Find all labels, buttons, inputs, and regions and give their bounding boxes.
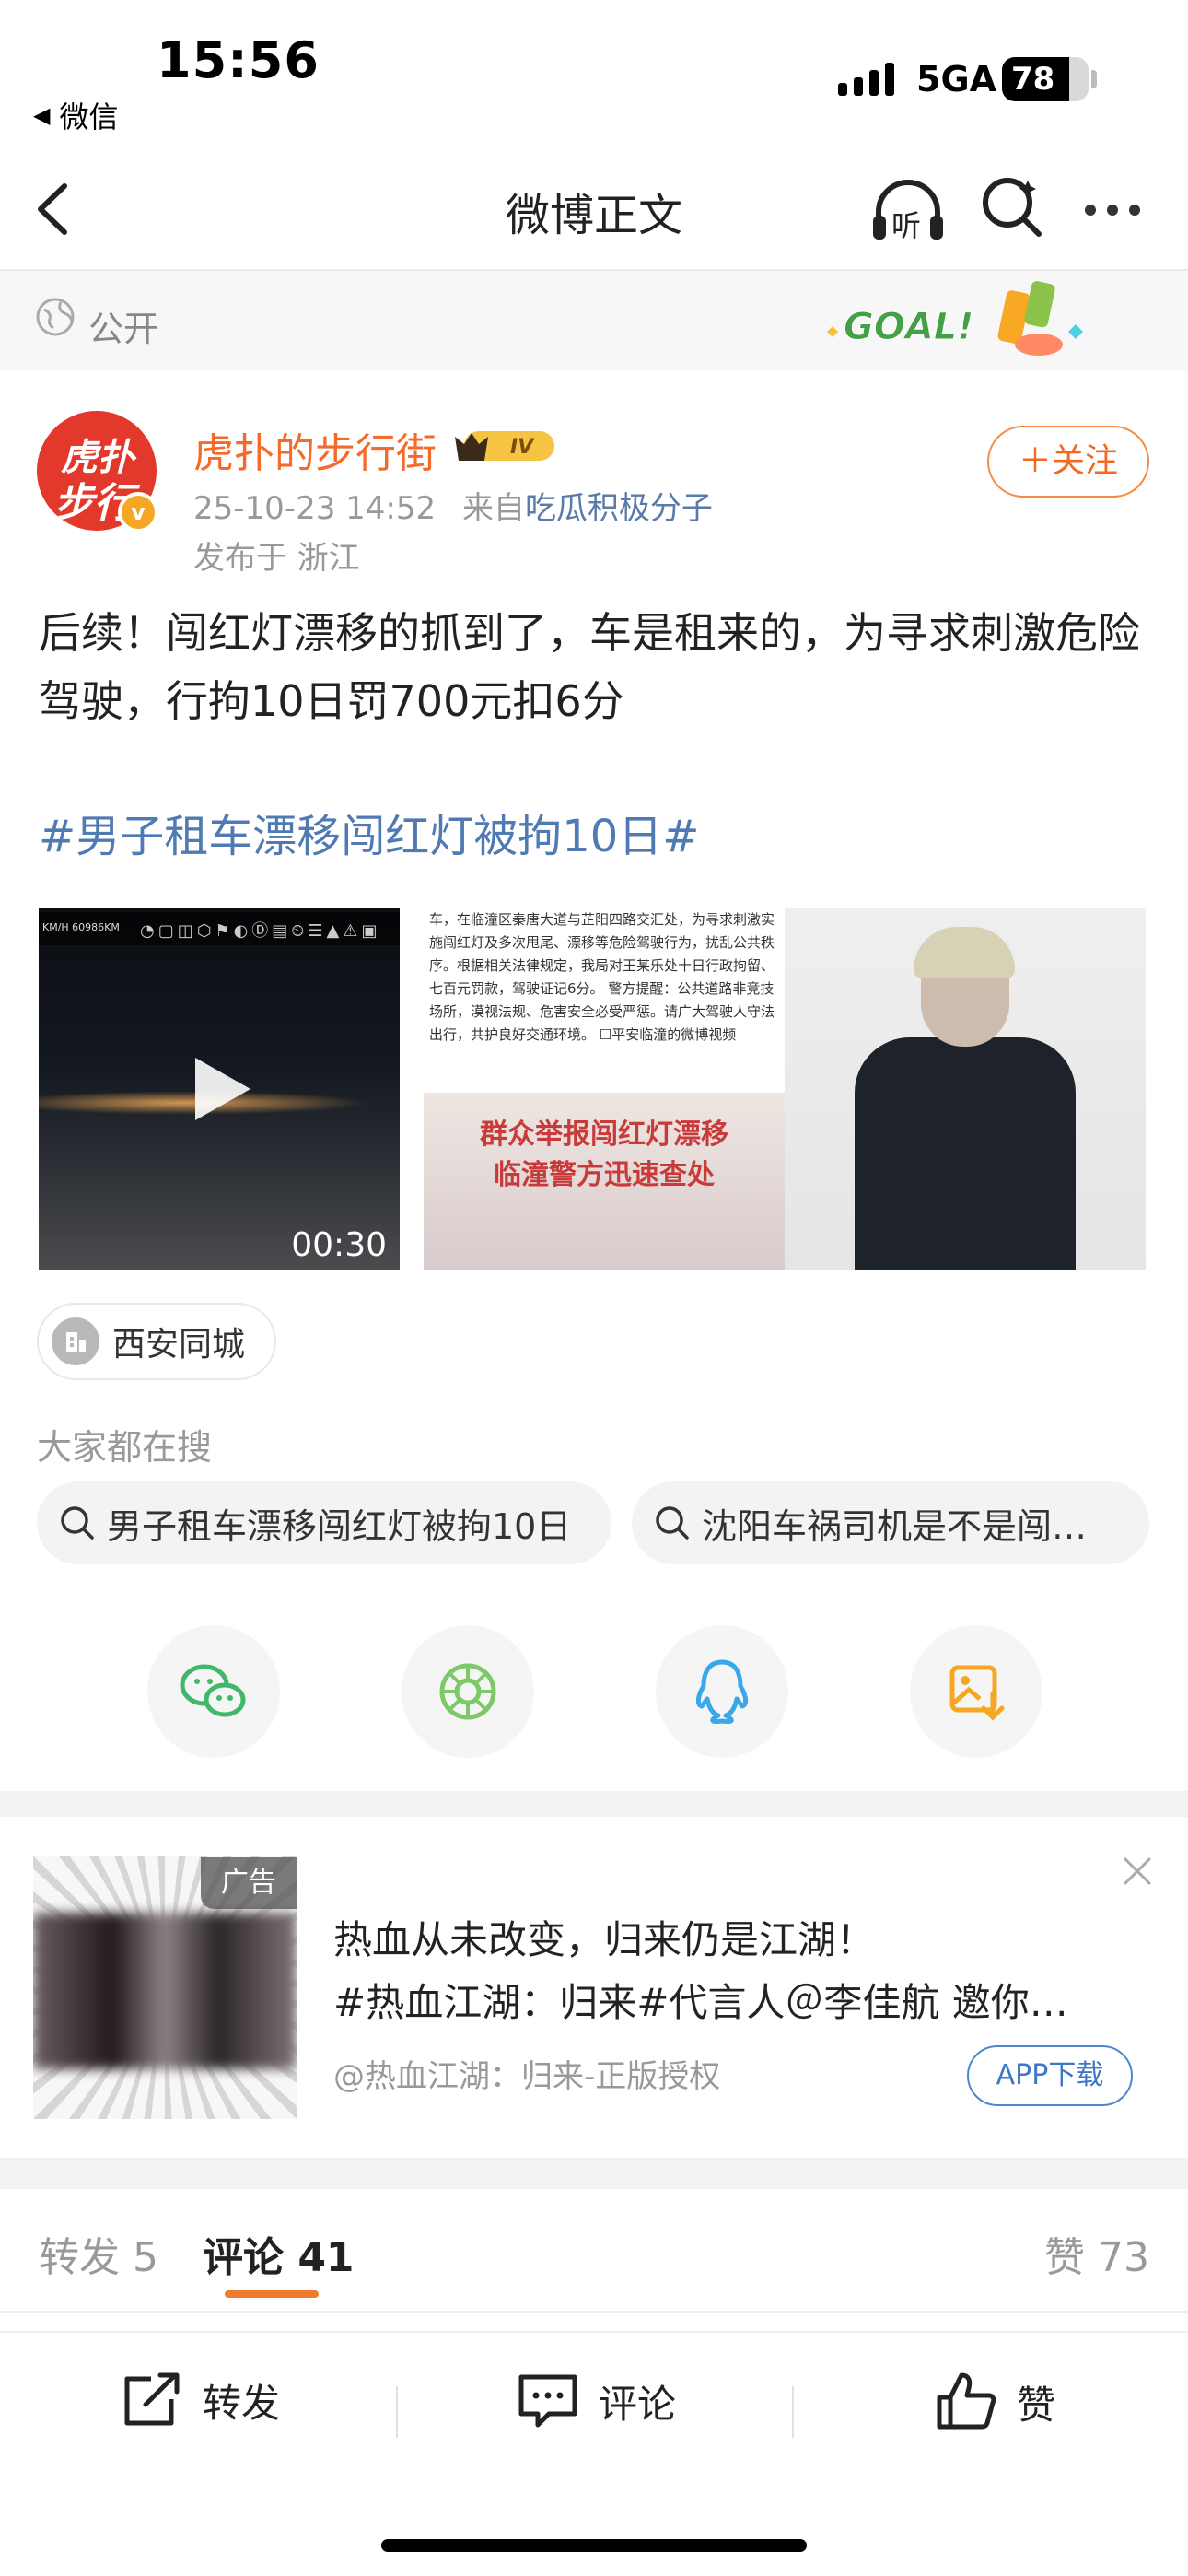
section-gap (0, 2158, 1188, 2189)
post-source[interactable]: 吃瓜积极分子 (525, 490, 713, 527)
save-image-icon (949, 1665, 1005, 1721)
level-badge: IV (451, 424, 558, 466)
video-thumbnail[interactable]: KM/H 60986KM ◔▢◫⬡⚑◐Ⓓ▤⏲☰▲⚠▣ 00:30 (39, 908, 400, 1270)
repost-label: 转发 (203, 2380, 281, 2426)
hot-search-label: 大家都在搜 (37, 1427, 213, 1468)
tab-comments[interactable]: 评论 41 (203, 2224, 355, 2283)
ad-tag: 广告 (201, 1857, 297, 1909)
close-icon[interactable] (1118, 1852, 1157, 1891)
comment-icon (518, 2374, 577, 2428)
tab-repost[interactable]: 转发 5 (39, 2224, 158, 2283)
repost-icon (124, 2372, 180, 2426)
share-wechat-button[interactable] (147, 1625, 280, 1758)
tabs-divider (0, 2311, 1188, 2313)
search-icon (656, 1506, 689, 1540)
like-button[interactable]: 赞 (934, 2371, 1055, 2432)
repost-button[interactable]: 转发 (120, 2371, 280, 2429)
back-triangle-icon: ◀ (33, 102, 51, 128)
ad-description[interactable]: #热血江湖：归来#代言人＠李佳航 邀你… (333, 1972, 1068, 2028)
post-location: 发布于 浙江 (193, 540, 360, 577)
more-button[interactable] (1085, 205, 1140, 216)
notice-image-banner: 群众举报闯红灯漂移 临潼警方迅速查处 (424, 1093, 785, 1270)
comment-button[interactable]: 评论 (516, 2371, 676, 2430)
listen-label: 听 (891, 208, 922, 243)
svg-text:GOAL!: GOAL! (844, 306, 974, 348)
follow-button[interactable]: ＋关注 (987, 426, 1149, 498)
like-label: 赞 (1017, 2382, 1056, 2428)
video-hud-bar: KM/H 60986KM ◔▢◫⬡⚑◐Ⓓ▤⏲☰▲⚠▣ (39, 912, 400, 945)
play-icon[interactable] (182, 1052, 256, 1126)
battery-level: 78 (1011, 61, 1055, 98)
suspect-photo[interactable] (785, 908, 1146, 1270)
level-badge-text: IV (510, 436, 535, 459)
tab-likes[interactable]: 赞 73 (1044, 2224, 1149, 2283)
notice-image-text: 车，在临潼区秦唐大道与芷阳四路交汇处，为寻求刺激实施闯红灯及多次甩尾、漂移等危险… (429, 911, 775, 1043)
globe-icon (36, 298, 75, 336)
goal-badge[interactable]: GOAL! (820, 276, 1114, 369)
cellular-signal-icon (838, 63, 894, 96)
notice-image[interactable]: 车，在临潼区秦唐大道与芷阳四路交汇处，为寻求刺激实施闯红灯及多次甩尾、漂移等危险… (424, 908, 785, 1270)
video-hud-text: KM/H 60986KM (42, 921, 120, 933)
section-gap (0, 1791, 1188, 1817)
hot-search-item[interactable]: 男子租车漂移闯红灯被拘10日 (37, 1481, 611, 1564)
post-topic-link[interactable]: #男子租车漂移闯红灯被拘10日# (39, 800, 700, 864)
listen-button[interactable]: 听 (869, 175, 947, 249)
hot-search-text: 男子租车漂移闯红灯被拘10日 (107, 1505, 572, 1547)
ad-sponsor[interactable]: @热血江湖：归来-正版授权 (333, 2051, 720, 2096)
app-download-button[interactable]: APP下载 (967, 2045, 1133, 2106)
post-text: 后续！闯红灯漂移的抓到了，车是租来的，为寻求刺激危险驾驶，行拘10日罚700元扣… (39, 608, 1140, 726)
search-button[interactable] (980, 175, 1044, 240)
hot-search-item[interactable]: 沈阳车祸司机是不是闯… (632, 1481, 1149, 1564)
battery-tip (1091, 70, 1097, 88)
location-chip[interactable]: 西安同城 (37, 1303, 276, 1380)
search-icon (61, 1506, 94, 1540)
toolbar-divider (0, 2331, 1188, 2333)
source-prefix: 来自 (461, 490, 525, 527)
save-image-button[interactable] (910, 1625, 1042, 1758)
more-icon (1085, 205, 1096, 216)
wechat-icon (180, 1664, 246, 1717)
home-indicator[interactable] (381, 2539, 807, 2552)
dashcam-icons: ◔▢◫⬡⚑◐Ⓓ▤⏲☰▲⚠▣ (140, 921, 381, 941)
video-duration: 00:30 (291, 1226, 387, 1264)
share-moments-button[interactable] (402, 1625, 534, 1758)
back-app-label: 微信 (59, 100, 119, 135)
qq-icon (695, 1659, 749, 1724)
back-to-app-link[interactable]: ◀ 微信 (33, 94, 118, 136)
author-name[interactable]: 虎扑的步行街 (193, 420, 437, 479)
post-meta: 25-10-23 14:52 来自吃瓜积极分子 (193, 483, 713, 528)
battery-icon: 78 (1002, 57, 1089, 101)
moments-icon (439, 1663, 496, 1720)
ad-headline[interactable]: 热血从未改变，归来仍是江湖！ (333, 1909, 875, 1965)
search-icon (983, 178, 1042, 237)
post-timestamp: 25-10-23 14:52 (193, 490, 437, 527)
network-type: 5GA (916, 59, 997, 100)
comment-label: 评论 (599, 2381, 677, 2427)
notice-banner-line-2: 临潼警方迅速查处 (494, 1159, 715, 1191)
hot-search-text: 沈阳车祸司机是不是闯… (702, 1505, 1088, 1547)
building-icon (52, 1317, 99, 1365)
thumbs-up-icon (937, 2372, 996, 2430)
notice-banner-line-1: 群众举报闯红灯漂移 (480, 1118, 728, 1151)
visibility-label: 公开 (88, 309, 159, 349)
active-tab-indicator (225, 2290, 319, 2298)
status-time: 15:56 (157, 31, 320, 89)
verified-badge-icon: v (118, 492, 158, 533)
share-qq-button[interactable] (656, 1625, 788, 1758)
location-chip-label: 西安同城 (112, 1326, 246, 1364)
